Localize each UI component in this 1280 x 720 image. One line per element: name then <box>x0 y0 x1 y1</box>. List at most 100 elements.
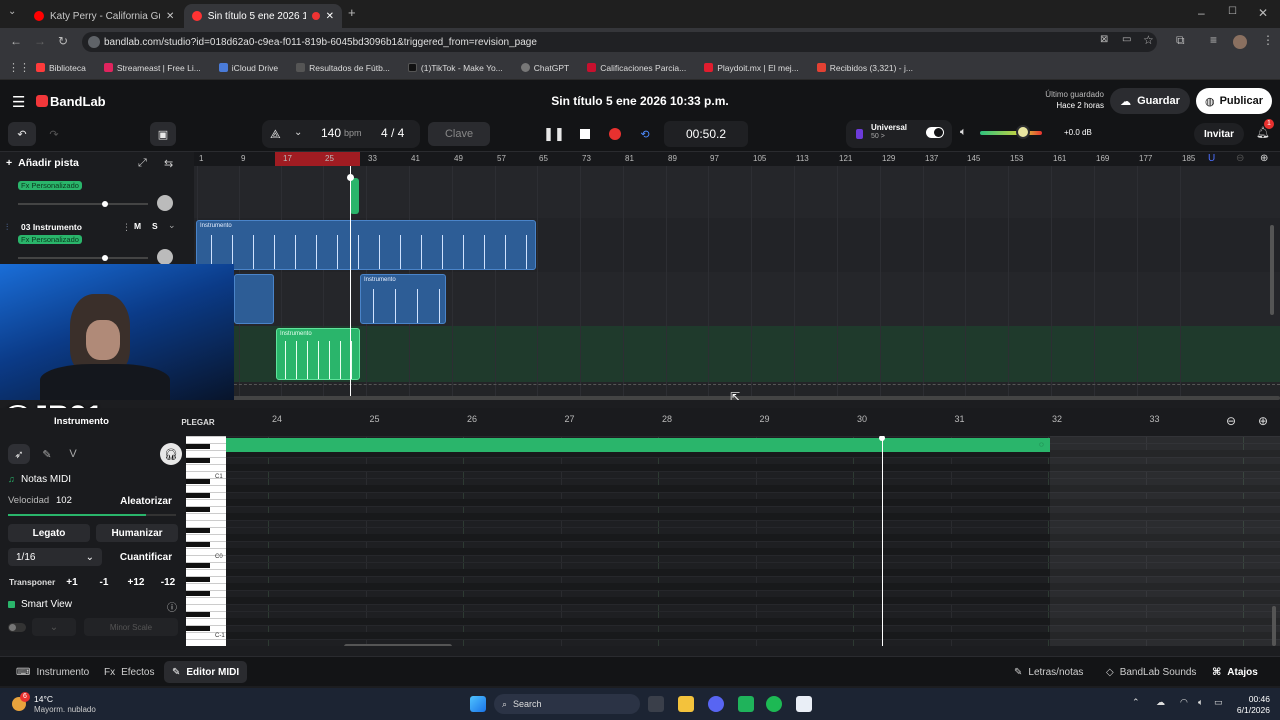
piano-roll-grid[interactable]: ◌ <box>226 436 1280 646</box>
new-tab-icon[interactable]: + <box>348 5 356 20</box>
timeline-ruler[interactable]: 1 9 17 25 33 41 49 57 65 73 81 89 97 105 113 121 129 137 1… <box>194 152 1280 166</box>
smart-view-toggle[interactable] <box>8 623 26 632</box>
save-button[interactable]: ☁ Guardar <box>1110 88 1190 114</box>
track-volume-slider[interactable] <box>18 255 148 261</box>
transpose-minus12[interactable]: -12 <box>154 573 182 591</box>
tab-instrument[interactable]: ⌨ Instrumento <box>8 661 97 683</box>
zoom-out-icon[interactable]: ⊖ <box>1226 414 1236 428</box>
fx-badge[interactable]: Fx Personalizado <box>18 235 82 244</box>
zoom-in-icon[interactable]: ⊕ <box>1260 153 1268 164</box>
midi-region[interactable] <box>350 178 359 214</box>
quantize-button[interactable]: Cuantificar <box>114 548 178 566</box>
pan-knob[interactable] <box>157 249 173 265</box>
cast-icon[interactable]: ▭ <box>1122 34 1131 45</box>
publish-button[interactable]: ◍ Publicar <box>1196 88 1272 114</box>
humanize-button[interactable]: Humanizar <box>96 524 178 542</box>
playhead-handle[interactable] <box>347 174 354 181</box>
key-button[interactable]: Clave <box>428 122 490 146</box>
redo-button[interactable]: ↷ <box>40 122 68 146</box>
pause-button[interactable]: ❚❚ <box>542 122 566 146</box>
tab-bandlab[interactable]: Sin título 5 ene 2026 10:33 p. ✕ <box>184 4 342 28</box>
zoom-out-icon[interactable]: ⊖ <box>1236 153 1244 164</box>
filter-icon[interactable]: ⇆ <box>164 157 173 170</box>
wand-icon[interactable]: ⤢ <box>138 157 147 170</box>
mixer-button[interactable]: ▣ <box>150 122 176 146</box>
info-icon[interactable]: ⓘ <box>167 599 177 614</box>
reading-list-icon[interactable]: ≡ <box>1210 33 1217 47</box>
grid-select[interactable]: 1/16 ⌄ <box>8 548 102 566</box>
more-menu-icon[interactable]: ⋮ <box>1262 33 1274 47</box>
file-explorer-icon[interactable] <box>678 696 694 712</box>
playhead[interactable] <box>350 166 351 400</box>
apps-grid-icon[interactable]: ⋮⋮ <box>8 61 30 74</box>
bandlab-sounds-button[interactable]: ◇ BandLab Sounds <box>1106 661 1196 683</box>
bookmark-star-icon[interactable]: ☆ <box>1143 33 1154 47</box>
bpm-value[interactable]: 140 <box>321 126 341 140</box>
whatsapp-icon[interactable] <box>738 696 754 712</box>
reload-icon[interactable]: ↻ <box>58 34 68 48</box>
bookmark-resultados[interactable]: Resultados de Fútb... <box>296 63 390 73</box>
velocity-value[interactable]: 102 <box>56 495 72 506</box>
hamburger-menu-icon[interactable]: ☰ <box>12 93 25 111</box>
midi-region[interactable]: Instrumento <box>360 274 446 324</box>
close-icon[interactable]: ✕ <box>166 11 174 22</box>
master-volume-slider[interactable] <box>980 131 1042 135</box>
volume-knob[interactable] <box>1016 125 1030 139</box>
tab-list-icon[interactable]: ⌄ <box>8 6 16 17</box>
extensions-icon[interactable]: ⧉ <box>1176 33 1185 48</box>
url-field[interactable]: bandlab.com/studio?id=018d62a0-c9ea-f011… <box>82 32 1157 52</box>
track-name[interactable]: 03 Instrumento <box>21 222 82 232</box>
discord-icon[interactable] <box>708 696 724 712</box>
scale-root-select[interactable]: ⌄ <box>32 618 76 636</box>
pencil-tool-button[interactable]: ✎ <box>36 444 58 464</box>
taskbar-search[interactable]: ⌕ Search <box>494 694 640 714</box>
bookmark-biblioteca[interactable]: Biblioteca <box>36 63 86 73</box>
time-signature[interactable]: 4 / 4 <box>381 126 404 140</box>
maximize-icon[interactable]: ☐ <box>1228 6 1237 17</box>
chevron-down-icon[interactable]: ⌄ <box>294 127 302 138</box>
bookmark-icloud[interactable]: iCloud Drive <box>218 63 278 73</box>
legato-button[interactable]: Legato <box>8 524 90 542</box>
tab-midi-editor[interactable]: ✎ Editor MIDI <box>164 661 248 683</box>
velocity-slider[interactable] <box>8 514 176 516</box>
midi-region-selected[interactable]: Instrumento <box>276 328 360 380</box>
shortcuts-button[interactable]: ⌘ Atajos <box>1212 661 1258 683</box>
spotify-icon[interactable] <box>766 696 782 712</box>
stop-button[interactable] <box>574 122 596 146</box>
chevron-down-icon[interactable]: ⌄ <box>168 220 176 231</box>
site-info-icon[interactable] <box>88 36 100 48</box>
tracks-vertical-scrollbar[interactable] <box>1270 225 1274 315</box>
volume-icon[interactable]: 🔈︎ <box>1198 697 1203 708</box>
minimize-icon[interactable]: – <box>1198 6 1205 20</box>
lyrics-button[interactable]: ✎ Letras/notas <box>1014 661 1083 683</box>
profile-avatar[interactable] <box>1233 35 1247 49</box>
bookmark-playdoit[interactable]: Playdoit.mx | El mej... <box>704 63 799 73</box>
velocity-tool-button[interactable]: V <box>62 444 84 464</box>
arrangement-view[interactable]: Instrumento Instrumento Instrumento ⇱ <box>194 166 1280 400</box>
collapse-button[interactable]: PLEGAR <box>180 414 216 430</box>
record-button[interactable] <box>604 122 626 146</box>
wifi-icon[interactable]: ◠ <box>1180 697 1188 708</box>
piano-keyboard[interactable]: C1 C0 C-1 <box>186 436 226 646</box>
add-track-button[interactable]: + Añadir pista <box>6 157 79 169</box>
scale-select[interactable]: Minor Scale <box>84 618 178 636</box>
fx-badge[interactable]: Fx Personalizado <box>18 181 82 190</box>
bookmark-gmail[interactable]: Recibidos (3,321) - j... <box>816 63 913 73</box>
track-volume-slider[interactable] <box>18 201 148 207</box>
arrange-scrollbar[interactable] <box>214 396 1280 400</box>
transpose-plus12[interactable]: +12 <box>122 573 150 591</box>
track-lane[interactable] <box>194 272 1280 326</box>
clock-time[interactable]: 00:46 <box>1226 694 1270 704</box>
piano-roll-scrollbar[interactable] <box>344 644 452 646</box>
project-title[interactable]: Sin título 5 ene 2026 10:33 p.m. <box>440 94 840 108</box>
pan-knob[interactable] <box>157 195 173 211</box>
forward-icon[interactable]: → <box>34 34 46 48</box>
metronome-icon[interactable]: ⟁ <box>270 127 281 142</box>
track-menu-icon[interactable]: ⋮ <box>122 222 131 233</box>
tray-chevron-icon[interactable]: ⌃ <box>1132 697 1140 708</box>
midi-note-bar[interactable] <box>226 438 1050 452</box>
onedrive-icon[interactable]: ☁ <box>1156 697 1165 708</box>
window-close-icon[interactable]: ✕ <box>1258 6 1268 20</box>
note-end-handle-icon[interactable]: ◌ <box>1039 440 1044 449</box>
bookmark-calificaciones[interactable]: Calificaciones Parcia... <box>587 63 686 73</box>
